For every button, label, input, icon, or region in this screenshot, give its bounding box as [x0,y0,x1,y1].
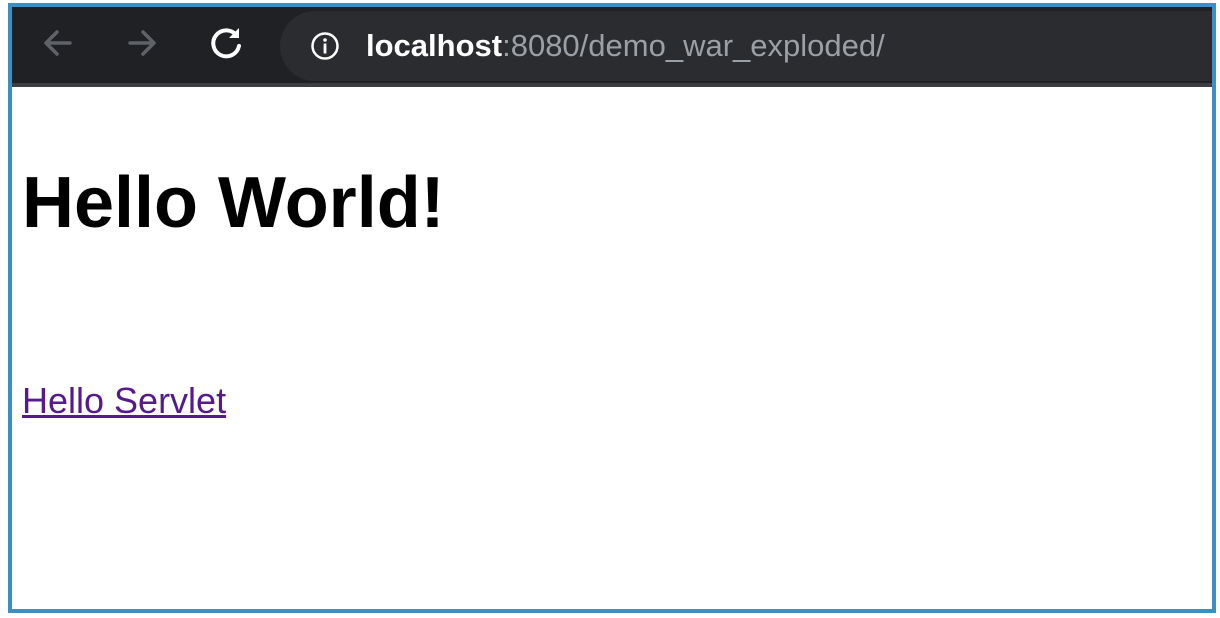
url-path: :8080/demo_war_exploded/ [502,28,885,63]
forward-button[interactable] [120,21,164,65]
reload-button[interactable] [204,21,248,65]
url-host: localhost [366,28,503,63]
browser-window: localhost:8080/demo_war_exploded/ Hello … [8,3,1216,613]
info-icon[interactable] [310,31,340,61]
reload-icon [211,28,241,59]
arrow-right-icon [128,30,156,56]
page-heading: Hello World! [22,163,445,243]
address-bar[interactable]: localhost:8080/demo_war_exploded/ [280,11,1212,81]
back-button[interactable] [36,21,80,65]
url-text: localhost:8080/demo_war_exploded/ [366,11,885,81]
arrow-left-icon [44,30,72,56]
hello-servlet-link[interactable]: Hello Servlet [22,379,226,423]
page-content: Hello World! Hello Servlet [12,87,1212,609]
browser-toolbar: localhost:8080/demo_war_exploded/ [12,7,1212,87]
